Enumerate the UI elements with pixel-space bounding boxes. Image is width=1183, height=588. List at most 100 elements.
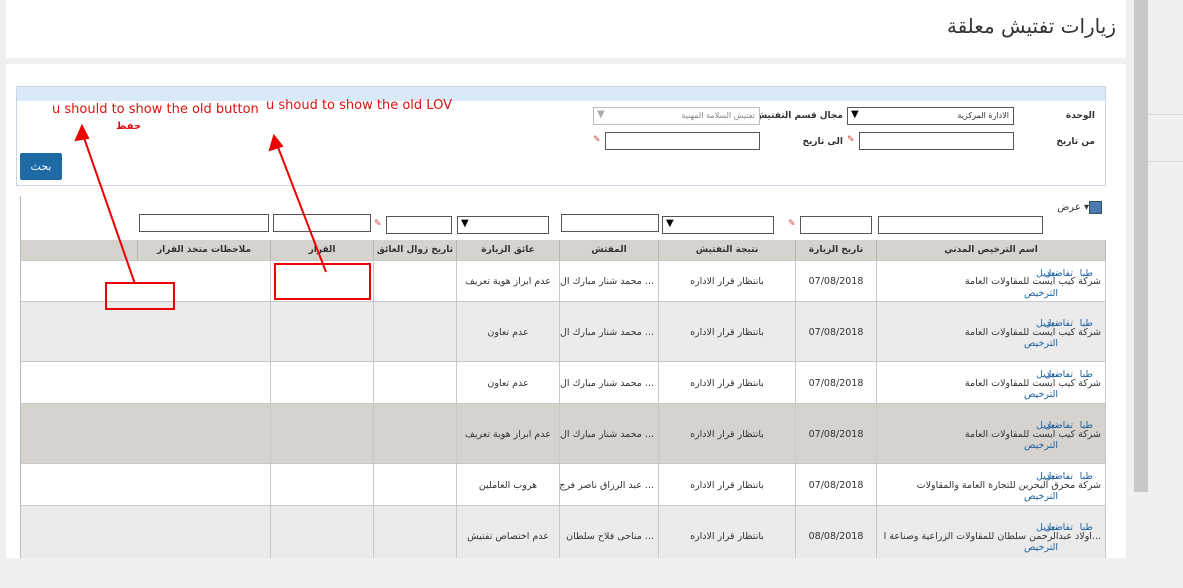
table-cell[interactable] xyxy=(138,464,271,506)
cell-obstacle: عدم ابراز هوية تعريف xyxy=(465,428,551,440)
action-license-link[interactable]: الترخيص xyxy=(1024,542,1058,553)
from-date-label: من تاريخ xyxy=(1056,137,1095,147)
results-table: عرض ▾ ✎ ▼ ▼ ✎ اسم الترخيص المدني تاريخ ا… xyxy=(20,196,1106,558)
search-button[interactable]: بحث xyxy=(20,153,62,180)
cell-inspector: مناحى فلاح سلطان ... xyxy=(566,530,654,542)
action-license-link[interactable]: الترخيص xyxy=(1024,338,1058,349)
table-cell[interactable] xyxy=(271,464,374,506)
table-cell[interactable] xyxy=(271,362,374,404)
detach-icon[interactable] xyxy=(1089,201,1102,214)
view-menu[interactable]: عرض ▾ xyxy=(1057,202,1089,213)
table-cell[interactable] xyxy=(374,404,457,464)
action-print-link[interactable]: طبا xyxy=(1080,471,1093,482)
section-label: مجال قسم التفتيش xyxy=(754,111,843,121)
cell-date: 07/08/2018 xyxy=(808,276,864,287)
table-cell[interactable] xyxy=(271,302,374,362)
cell-inspector: محمد شنار مبارك ال ... xyxy=(560,276,654,287)
cell-result: بانتظار قرار الاداره xyxy=(690,276,764,287)
header-decision[interactable]: القرار xyxy=(271,240,374,260)
action-license-link[interactable]: الترخيص xyxy=(1024,389,1058,400)
filter-obstacle-select[interactable]: ▼ xyxy=(457,216,549,234)
table-cell: محمد شنار مبارك ال ... xyxy=(560,362,659,404)
table-cell: محمد شنار مبارك ال ... xyxy=(560,404,659,464)
filter-name-input[interactable] xyxy=(878,216,1043,234)
calendar-icon[interactable]: ✎ xyxy=(847,135,858,146)
section-select[interactable]: تفتيش السلامة المهنية ▼ xyxy=(593,107,760,125)
header-removal-date[interactable]: تاريخ زوال العائق xyxy=(374,240,457,260)
header-notes[interactable]: ملاحظات متخذ القرار xyxy=(138,240,271,260)
table-cell[interactable] xyxy=(374,302,457,362)
action-details-link[interactable]: تفاصيل xyxy=(1045,420,1073,431)
table-cell[interactable] xyxy=(374,261,457,302)
action-details-link[interactable]: تفاصيل xyxy=(1045,522,1073,533)
action-print-link[interactable]: طبا xyxy=(1080,420,1093,431)
action-license-link[interactable]: الترخيص xyxy=(1024,440,1058,451)
cell-date: 07/08/2018 xyxy=(808,479,864,491)
cell-inspector: محمد شنار مبارك ال ... xyxy=(560,377,654,389)
chevron-down-icon: ▼ xyxy=(461,218,469,229)
table-cell[interactable] xyxy=(271,506,374,558)
header-result[interactable]: نتيجة التفتيش xyxy=(659,240,796,260)
from-date-input[interactable] xyxy=(859,132,1014,150)
cell-result: بانتظار قرار الاداره xyxy=(690,530,764,542)
table-cell[interactable] xyxy=(138,506,271,558)
filter-inspector-input[interactable] xyxy=(561,214,659,232)
view-menu-label: عرض xyxy=(1057,202,1081,213)
table-cell[interactable] xyxy=(271,404,374,464)
table-cell[interactable] xyxy=(138,404,271,464)
chevron-down-icon: ▼ xyxy=(666,218,674,229)
annotation-box-button xyxy=(105,282,175,310)
table-row[interactable]: شركة كيب ايست للمقاولات العامة 07/08/2018… xyxy=(21,301,1106,362)
action-details-link[interactable]: تفاصيل xyxy=(1045,318,1073,329)
action-print-link[interactable]: طبا xyxy=(1080,369,1093,380)
table-cell[interactable] xyxy=(138,302,271,362)
cell-inspector: محمد شنار مبارك ال ... xyxy=(560,428,654,440)
cell-inspector: عبد الرزاق ناصر فرج ... xyxy=(560,479,654,491)
table-cell[interactable] xyxy=(374,506,457,558)
table-cell[interactable] xyxy=(374,464,457,506)
page-title: زيارات تفتيش معلقة xyxy=(946,14,1116,38)
table-cell: عدم ابراز هوية تعريف xyxy=(457,261,560,302)
table-row[interactable]: اولاد عبدالرحمن سلطان للمقاولات الزراعية… xyxy=(21,505,1106,558)
action-print-link[interactable]: طبا xyxy=(1080,522,1093,533)
table-cell: بانتظار قرار الاداره xyxy=(659,404,796,464)
table-row[interactable]: شركة كيب ايست للمقاولات العامة 07/08/2018… xyxy=(21,403,1106,464)
page-scrollbar[interactable] xyxy=(1134,0,1148,492)
table-row[interactable]: شركة محرق البحرين للتجارة العامة والمقاو… xyxy=(21,463,1106,506)
calendar-icon[interactable]: ✎ xyxy=(593,135,604,146)
header-name[interactable]: اسم الترخيص المدني xyxy=(877,240,1106,260)
calendar-icon[interactable]: ✎ xyxy=(374,219,385,230)
header-obstacle[interactable]: عائق الزيارة xyxy=(457,240,560,260)
table-cell: 07/08/2018 xyxy=(796,464,877,506)
table-cell[interactable] xyxy=(374,362,457,404)
calendar-icon[interactable]: ✎ xyxy=(788,219,799,230)
unit-select[interactable]: الادارة المركزية ▼ xyxy=(847,107,1014,125)
table-cell: بانتظار قرار الاداره xyxy=(659,362,796,404)
table-cell[interactable] xyxy=(138,362,271,404)
table-row[interactable]: شركة كيب ايست للمقاولات العامة 07/08/2018… xyxy=(21,260,1106,302)
filter-date-input[interactable] xyxy=(800,216,872,234)
filter-result-select[interactable]: ▼ xyxy=(662,216,774,234)
action-print-link[interactable]: طبا xyxy=(1080,318,1093,329)
action-details-link[interactable]: تفاصيل xyxy=(1045,268,1073,279)
action-print-link[interactable]: طبا xyxy=(1080,268,1093,279)
chevron-down-icon: ▼ xyxy=(597,109,605,120)
action-license-link[interactable]: الترخيص xyxy=(1024,288,1058,299)
header-actions xyxy=(21,240,138,260)
action-details-link[interactable]: تفاصيل xyxy=(1045,369,1073,380)
gutter-divider xyxy=(1148,114,1183,162)
annotation-button-sub: حفظ xyxy=(116,121,142,132)
to-date-input[interactable] xyxy=(605,132,760,150)
page-footer xyxy=(0,558,1183,588)
annotation-lov-note: u shoud to show the old LOV xyxy=(266,98,452,113)
cell-result: بانتظار قرار الاداره xyxy=(690,326,764,338)
table-row[interactable]: شركة كيب ايست للمقاولات العامة 07/08/2018… xyxy=(21,361,1106,404)
filter-decision-input[interactable] xyxy=(273,214,371,232)
action-license-link[interactable]: الترخيص xyxy=(1024,491,1058,502)
cell-obstacle: عدم تعاون xyxy=(487,377,529,389)
header-date[interactable]: تاريخ الزيارة xyxy=(796,240,877,260)
action-details-link[interactable]: تفاصيل xyxy=(1045,471,1073,482)
filter-notes-input[interactable] xyxy=(139,214,269,232)
filter-removal-date-input[interactable] xyxy=(386,216,452,234)
header-inspector[interactable]: المفتش xyxy=(560,240,659,260)
